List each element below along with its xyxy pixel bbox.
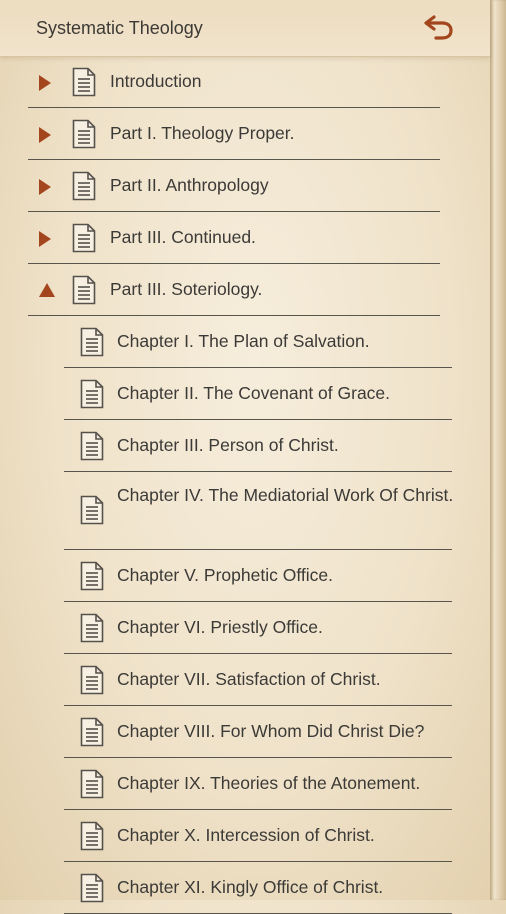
toc-part-row[interactable]: Part III. Soteriology.: [0, 264, 490, 316]
toc-chapter-row[interactable]: Chapter III. Person of Christ.: [0, 420, 490, 472]
toc-chapter-label: Chapter III. Person of Christ.: [117, 435, 339, 455]
toc-chapter-row[interactable]: Chapter XI. Kingly Office of Christ.: [0, 862, 490, 914]
app-header: Systematic Theology: [0, 0, 490, 57]
toc-chapter-label: Chapter IX. Theories of the Atonement.: [117, 773, 421, 793]
document-icon: [72, 171, 96, 201]
toc-chapter-row[interactable]: Chapter VI. Priestly Office.: [0, 602, 490, 654]
document-icon: [80, 431, 104, 461]
page-edge: [490, 0, 506, 900]
document-icon: [80, 379, 104, 409]
toc-part-label: Part I. Theology Proper.: [110, 123, 295, 143]
toc-chapter-row[interactable]: Chapter V. Prophetic Office.: [0, 550, 490, 602]
document-icon: [80, 717, 104, 747]
toc-chapter-label: Chapter II. The Covenant of Grace.: [117, 383, 391, 403]
document-icon: [80, 821, 104, 851]
expand-triangle-icon[interactable]: [38, 178, 52, 196]
undo-arrow-icon: [424, 15, 453, 40]
toc-chapter-row[interactable]: Chapter IV. The Mediatorial Work Of Chri…: [0, 472, 490, 550]
toc-list: Introduction Part I. Theology Proper. Part…: [0, 56, 490, 914]
document-icon: [80, 873, 104, 903]
back-button[interactable]: [422, 12, 456, 42]
toc-part-label: Introduction: [110, 71, 202, 91]
document-icon: [80, 327, 104, 357]
toc-part-row[interactable]: Introduction: [0, 56, 490, 108]
toc-part-row[interactable]: Part III. Continued.: [0, 212, 490, 264]
toc-part-label: Part II. Anthropology: [110, 175, 269, 195]
document-icon: [80, 561, 104, 591]
toc-chapter-label: Chapter VII. Satisfaction of Christ.: [117, 669, 381, 689]
document-icon: [80, 613, 104, 643]
toc-chapter-row[interactable]: Chapter I. The Plan of Salvation.: [0, 316, 490, 368]
toc-chapter-label: Chapter XI. Kingly Office of Christ.: [117, 877, 384, 897]
document-icon: [80, 495, 104, 525]
toc-chapter-label: Chapter I. The Plan of Salvation.: [117, 331, 370, 351]
toc-part-row[interactable]: Part II. Anthropology: [0, 160, 490, 212]
document-icon: [72, 119, 96, 149]
document-icon: [80, 769, 104, 799]
document-icon: [72, 67, 96, 97]
toc-chapter-row[interactable]: Chapter VII. Satisfaction of Christ.: [0, 654, 490, 706]
expand-triangle-icon[interactable]: [38, 126, 52, 144]
toc-chapter-label: Chapter V. Prophetic Office.: [117, 565, 333, 585]
document-icon: [72, 223, 96, 253]
expand-triangle-icon[interactable]: [38, 230, 52, 248]
toc-chapter-row[interactable]: Chapter IX. Theories of the Atonement.: [0, 758, 490, 810]
toc-chapter-label: Chapter VIII. For Whom Did Christ Die?: [117, 721, 425, 741]
page-title: Systematic Theology: [36, 17, 203, 38]
toc-part-row[interactable]: Part I. Theology Proper.: [0, 108, 490, 160]
toc-chapter-row[interactable]: Chapter X. Intercession of Christ.: [0, 810, 490, 862]
toc-chapter-label: Chapter VI. Priestly Office.: [117, 617, 323, 637]
toc-part-label: Part III. Continued.: [110, 227, 256, 247]
toc-chapter-label: Chapter X. Intercession of Christ.: [117, 825, 375, 845]
collapse-triangle-icon[interactable]: [38, 282, 56, 298]
toc-chapter-row[interactable]: Chapter VIII. For Whom Did Christ Die?: [0, 706, 490, 758]
document-icon: [72, 275, 96, 305]
document-icon: [80, 665, 104, 695]
toc-part-label: Part III. Soteriology.: [110, 279, 263, 299]
toc-chapter-row[interactable]: Chapter II. The Covenant of Grace.: [0, 368, 490, 420]
expand-triangle-icon[interactable]: [38, 74, 52, 92]
toc-chapter-label: Chapter IV. The Mediatorial Work Of Chri…: [117, 485, 454, 505]
